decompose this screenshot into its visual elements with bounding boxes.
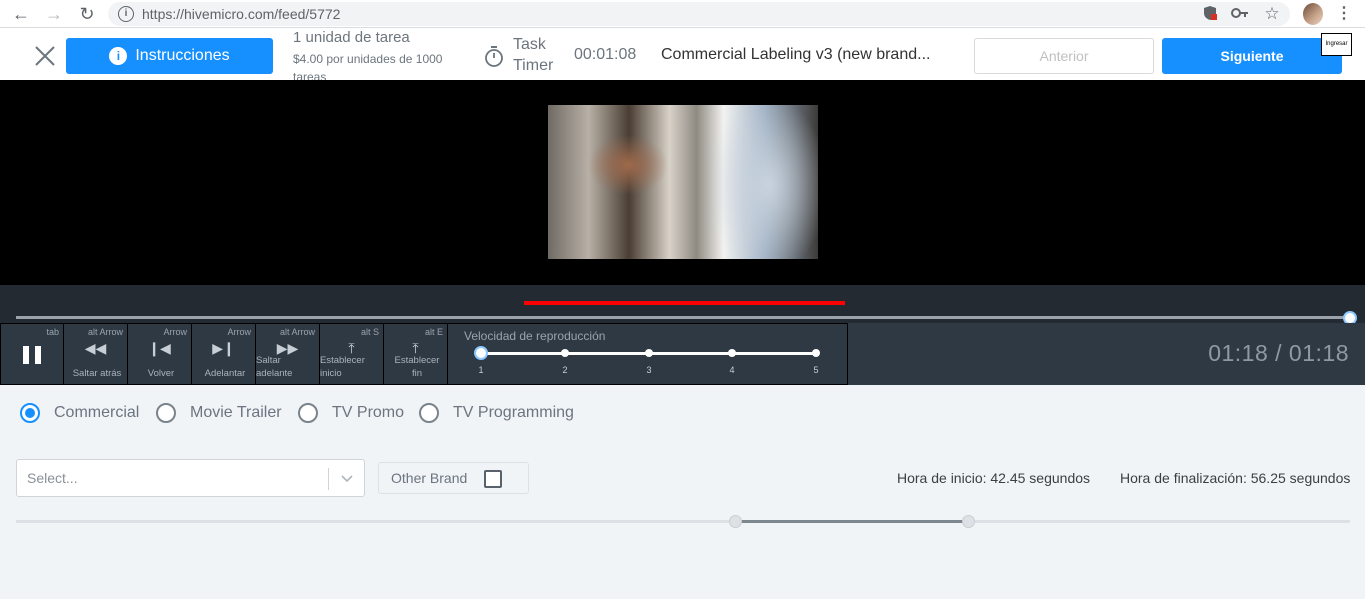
scrub-track[interactable] xyxy=(16,316,1350,319)
step-forward-shortcut: Arrow xyxy=(227,327,251,337)
browser-toolbar: ← → ↻ i https://hivemicro.com/feed/5772 … xyxy=(0,0,1365,28)
project-title: Commercial Labeling v3 (new brand... xyxy=(661,46,931,63)
step-back-label: Volver xyxy=(147,368,175,379)
speed-tick-label: 3 xyxy=(646,365,652,375)
player-controls: tab alt Arrow ◀◀ Saltar atrás Arrow ❙◀ V… xyxy=(0,323,1365,385)
segment-range-fill xyxy=(735,520,969,523)
skip-back-big-button[interactable]: alt Arrow ◀◀ Saltar atrás xyxy=(63,323,128,385)
speed-stop[interactable] xyxy=(812,349,820,357)
reload-icon[interactable]: ↻ xyxy=(77,4,97,24)
video-player[interactable] xyxy=(0,80,1365,285)
set-end-button[interactable]: alt E ⤒ Establecer fin xyxy=(383,323,448,385)
key-icon[interactable] xyxy=(1231,5,1249,23)
rewind-icon: ◀◀ xyxy=(84,340,107,356)
task-timer-label-line1: Task xyxy=(513,36,546,53)
other-brand-checkbox[interactable] xyxy=(484,470,502,488)
profile-avatar[interactable] xyxy=(1303,3,1323,25)
radio-selected-icon[interactable] xyxy=(20,403,40,423)
speed-stop[interactable] xyxy=(645,349,653,357)
skip-back-icon: ❙◀ xyxy=(148,340,171,356)
radio-tv-programming-label: TV Programming xyxy=(453,404,574,421)
video-frame[interactable] xyxy=(548,105,818,259)
next-button[interactable]: Siguiente xyxy=(1162,38,1342,74)
step-forward-label: Adelantar xyxy=(204,368,246,379)
skip-forward-big-shortcut: alt Arrow xyxy=(279,327,315,337)
task-timer-label-line2: Timer xyxy=(513,57,554,74)
other-brand-label: Other Brand xyxy=(391,470,468,486)
set-end-label: Establecer fin xyxy=(394,355,440,379)
playback-speed-label: Velocidad de reproducción xyxy=(464,329,606,343)
instructions-label: Instrucciones xyxy=(135,47,230,64)
segment-range-track[interactable] xyxy=(16,520,1350,523)
step-back-button[interactable]: Arrow ❙◀ Volver xyxy=(127,323,192,385)
select-separator xyxy=(328,468,329,490)
task-unit-price: $4.00 por unidades de 1000 tareas xyxy=(293,52,443,80)
radio-tv-programming[interactable]: TV Programming xyxy=(419,402,574,424)
radio-commercial[interactable]: Commercial xyxy=(20,402,139,424)
speed-tick-label: 2 xyxy=(562,365,568,375)
info-icon: i xyxy=(109,47,128,65)
login-tooltip: Ingresar xyxy=(1321,33,1352,56)
set-start-shortcut: alt S xyxy=(360,327,379,337)
skip-back-big-label: Saltar atrás xyxy=(72,368,122,379)
segment-start-handle[interactable] xyxy=(729,515,742,528)
playback-speed-control: Velocidad de reproducción 1 2 3 4 5 xyxy=(447,323,848,385)
radio-movie-trailer[interactable]: Movie Trailer xyxy=(156,402,282,424)
radio-unselected-icon[interactable] xyxy=(419,403,439,423)
set-end-shortcut: alt E xyxy=(424,327,443,337)
shield-extension-icon[interactable] xyxy=(1201,5,1219,23)
set-start-button[interactable]: alt S ⤒ Establecer inicio xyxy=(319,323,384,385)
skip-back-big-shortcut: alt Arrow xyxy=(87,327,123,337)
start-time-text: Hora de inicio: 42.45 segundos xyxy=(897,470,1091,486)
end-time-text: Hora de finalización: 56.25 segundos xyxy=(1120,470,1351,486)
pause-shortcut: tab xyxy=(46,327,59,337)
speed-stop[interactable] xyxy=(728,349,736,357)
url-text[interactable]: https://hivemicro.com/feed/5772 xyxy=(142,6,340,22)
radio-unselected-icon[interactable] xyxy=(156,403,176,423)
speed-tick-label: 5 xyxy=(813,365,819,375)
brand-select-placeholder: Select... xyxy=(27,470,78,486)
pause-button[interactable]: tab xyxy=(0,323,64,385)
browser-menu-icon[interactable]: ⋮ xyxy=(1336,3,1352,25)
speed-tick-label: 1 xyxy=(478,365,484,375)
site-info-icon[interactable]: i xyxy=(118,6,134,22)
task-unit-title: 1 unidad de tarea xyxy=(293,29,410,46)
radio-movie-trailer-label: Movie Trailer xyxy=(190,404,282,421)
segment-end-handle[interactable] xyxy=(962,515,975,528)
speed-stop[interactable] xyxy=(561,349,569,357)
radio-unselected-icon[interactable] xyxy=(298,403,318,423)
close-icon[interactable] xyxy=(33,44,57,68)
skip-forward-icon: ▶❙ xyxy=(212,340,235,356)
timeline xyxy=(0,285,1365,325)
brand-select[interactable]: Select... xyxy=(16,459,365,497)
radio-tv-promo-label: TV Promo xyxy=(332,404,405,421)
labeled-segment-marker xyxy=(524,301,845,305)
stopwatch-icon xyxy=(485,46,503,67)
playback-speed-handle[interactable] xyxy=(474,346,488,360)
previous-button[interactable]: Anterior xyxy=(974,38,1154,74)
task-timer-value: 00:01:08 xyxy=(574,46,637,63)
time-readout: 01:18 / 01:18 xyxy=(1208,340,1349,366)
pause-icon xyxy=(23,346,41,364)
task-toolbar: i Instrucciones 1 unidad de tarea $4.00 … xyxy=(0,28,1365,80)
step-back-shortcut: Arrow xyxy=(163,327,187,337)
skip-forward-big-button[interactable]: alt Arrow ▶▶ Saltar adelante xyxy=(255,323,320,385)
forward-arrow-icon[interactable]: → xyxy=(44,4,64,24)
speed-tick-label: 4 xyxy=(729,365,735,375)
step-forward-button[interactable]: Arrow ▶❙ Adelantar xyxy=(191,323,256,385)
instructions-button[interactable]: i Instrucciones xyxy=(66,38,273,74)
set-start-label: Establecer inicio xyxy=(320,355,365,379)
radio-commercial-label: Commercial xyxy=(54,404,140,421)
skip-forward-big-label: Saltar adelante xyxy=(256,355,293,379)
radio-tv-promo[interactable]: TV Promo xyxy=(298,402,404,424)
chevron-down-icon[interactable] xyxy=(335,470,359,488)
address-bar[interactable]: i https://hivemicro.com/feed/5772 xyxy=(108,2,1290,26)
task-timer-label: Task Timer xyxy=(513,34,553,76)
back-arrow-icon[interactable]: ← xyxy=(11,4,31,24)
other-brand-toggle[interactable]: Other Brand xyxy=(378,462,529,494)
bookmark-star-icon[interactable]: ☆ xyxy=(1263,5,1281,23)
